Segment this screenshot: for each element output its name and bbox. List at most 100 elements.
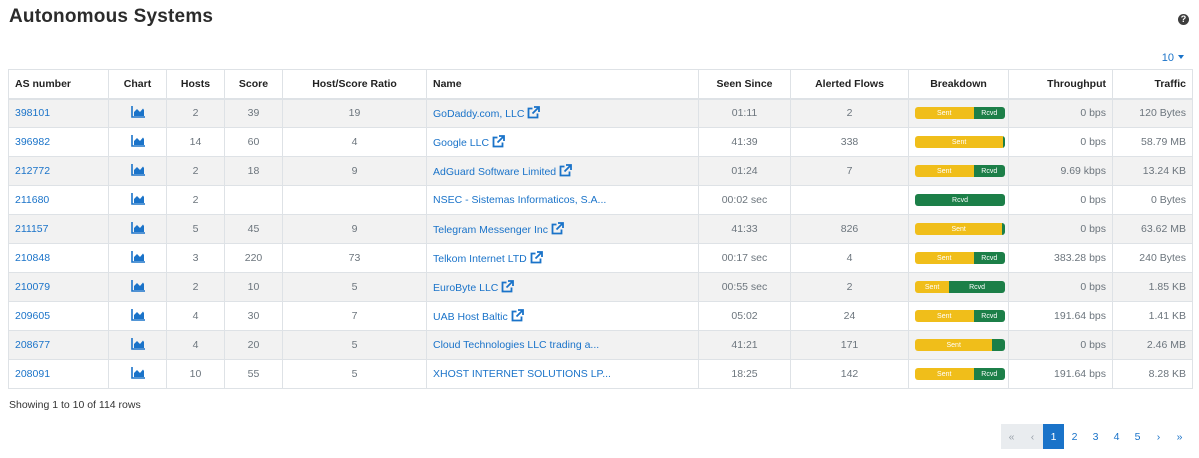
pagination-next[interactable]: ›: [1148, 424, 1169, 449]
seen-since-cell: 18:25: [698, 359, 791, 389]
col-header-breakdown: Breakdown: [908, 69, 1009, 100]
throughput-cell: 383.28 bps: [1008, 243, 1113, 273]
external-link-icon[interactable]: [527, 106, 541, 119]
as-name-link[interactable]: NSEC - Sistemas Informaticos, S.A...: [433, 194, 606, 206]
hosts-cell: 2: [166, 98, 225, 128]
breakdown-sent-segment: Sent: [915, 368, 974, 380]
pagination-last[interactable]: »: [1169, 424, 1190, 449]
col-header-throughput[interactable]: Throughput: [1008, 69, 1113, 100]
traffic-cell: 2.46 MB: [1112, 330, 1193, 360]
as-name-link[interactable]: Cloud Technologies LLC trading a...: [433, 339, 599, 351]
as-name-link[interactable]: Telegram Messenger Inc: [433, 224, 548, 236]
rows-info: Showing 1 to 10 of 114 rows: [9, 399, 141, 411]
as-name-link[interactable]: AdGuard Software Limited: [433, 166, 556, 178]
as-number-cell: 210079: [8, 272, 109, 302]
traffic-cell: 63.62 MB: [1112, 214, 1193, 244]
area-chart-icon[interactable]: [130, 251, 145, 263]
traffic-cell: 120 Bytes: [1112, 98, 1193, 128]
external-link-icon[interactable]: [559, 164, 573, 177]
as-number-link[interactable]: 212772: [15, 165, 50, 177]
breakdown-cell: Sent: [908, 330, 1009, 360]
col-header-traffic[interactable]: Traffic: [1112, 69, 1193, 100]
as-number-link[interactable]: 208091: [15, 368, 50, 380]
area-chart-icon[interactable]: [130, 193, 145, 205]
as-number-cell: 211157: [8, 214, 109, 244]
throughput-cell: 191.64 bps: [1008, 301, 1113, 331]
col-header-hosts[interactable]: Hosts: [166, 69, 225, 100]
pagination-page-4[interactable]: 4: [1106, 424, 1127, 449]
hosts-cell: 2: [166, 156, 225, 186]
name-cell: Cloud Technologies LLC trading a...: [426, 330, 699, 360]
as-name-link[interactable]: UAB Host Baltic: [433, 311, 508, 323]
external-link-icon[interactable]: [530, 251, 543, 264]
area-chart-icon[interactable]: [130, 135, 145, 147]
breakdown-bar: Sent Rcvd: [915, 281, 1005, 293]
breakdown-sent-segment: Sent: [915, 223, 1003, 235]
breakdown-sent-segment: Sent: [915, 281, 950, 293]
pagination-first[interactable]: «: [1001, 424, 1022, 449]
ratio-cell: 73: [282, 243, 427, 273]
col-header-ratio[interactable]: Host/Score Ratio: [282, 69, 427, 100]
pagination-page-3[interactable]: 3: [1085, 424, 1106, 449]
question-circle-icon[interactable]: ?: [1178, 14, 1189, 25]
external-link-icon[interactable]: [551, 222, 564, 235]
as-name-link[interactable]: Google LLC: [433, 137, 489, 149]
pagination-page-5[interactable]: 5: [1127, 424, 1148, 449]
pagination-prev[interactable]: ‹: [1022, 424, 1043, 449]
as-number-cell: 208677: [8, 330, 109, 360]
as-number-link[interactable]: 398101: [15, 107, 50, 119]
area-chart-icon[interactable]: [130, 222, 145, 234]
as-number-link[interactable]: 396982: [15, 136, 50, 148]
area-chart-icon[interactable]: [130, 164, 145, 176]
pagination-page-1[interactable]: 1: [1043, 424, 1064, 449]
external-link-icon[interactable]: [501, 280, 515, 293]
as-name-link[interactable]: EuroByte LLC: [433, 282, 498, 294]
pagination-page-2[interactable]: 2: [1064, 424, 1085, 449]
as-name-link[interactable]: GoDaddy.com, LLC: [433, 108, 524, 120]
area-chart-icon[interactable]: [130, 280, 145, 292]
external-link-icon[interactable]: [511, 309, 524, 322]
as-number-link[interactable]: 211680: [15, 194, 49, 206]
traffic-cell: 8.28 KB: [1112, 359, 1193, 389]
area-chart-icon[interactable]: [130, 106, 145, 119]
as-number-link[interactable]: 209605: [15, 310, 50, 322]
area-chart-icon[interactable]: [130, 338, 145, 350]
chart-cell: [108, 156, 167, 186]
as-number-link[interactable]: 210848: [15, 252, 50, 264]
breakdown-rcvd-segment: Rcvd: [973, 252, 1005, 264]
breakdown-rcvd-segment: Rcvd: [973, 107, 1005, 120]
ratio-cell: [282, 185, 427, 215]
area-chart-icon[interactable]: [130, 367, 145, 379]
hosts-cell: 4: [166, 330, 225, 360]
as-name-link[interactable]: Telkom Internet LTD: [433, 253, 527, 265]
as-number-link[interactable]: 208677: [15, 339, 50, 351]
col-header-name[interactable]: Name: [426, 69, 699, 100]
throughput-cell: 0 bps: [1008, 98, 1113, 128]
breakdown-cell: Sent: [908, 127, 1009, 157]
col-header-seen-since[interactable]: Seen Since: [698, 69, 791, 100]
pagination: « ‹ 1 2 3 4 5 › »: [1001, 424, 1190, 449]
as-name-link[interactable]: XHOST INTERNET SOLUTIONS LP...: [433, 368, 611, 380]
external-link-icon[interactable]: [492, 135, 505, 148]
score-cell: 60: [224, 127, 283, 157]
col-header-alerted-flows[interactable]: Alerted Flows: [790, 69, 909, 100]
area-chart-icon[interactable]: [130, 309, 145, 321]
page-size-dropdown[interactable]: 10: [1162, 52, 1184, 64]
as-number-link[interactable]: 211157: [15, 223, 48, 235]
col-header-score[interactable]: Score: [224, 69, 283, 100]
as-number-cell: 210848: [8, 243, 109, 273]
traffic-cell: 1.85 KB: [1112, 272, 1193, 302]
name-cell: XHOST INTERNET SOLUTIONS LP...: [426, 359, 699, 389]
hosts-cell: 2: [166, 185, 225, 215]
breakdown-cell: Rcvd: [908, 185, 1009, 215]
throughput-cell: 0 bps: [1008, 185, 1113, 215]
table-row: 209605 4 30 7 UAB Host Baltic 05:02 24 Sent Rcvd…: [8, 301, 1193, 331]
breakdown-bar: Rcvd: [915, 194, 1005, 206]
name-cell: GoDaddy.com, LLC: [426, 98, 699, 128]
table-row: 210079 2 10 5 EuroByte LLC 00:55 sec 2 Sent Rcvd…: [8, 272, 1193, 302]
as-number-link[interactable]: 210079: [15, 281, 50, 293]
hosts-cell: 2: [166, 272, 225, 302]
seen-since-cell: 01:24: [698, 156, 791, 186]
col-header-as-number[interactable]: AS number: [8, 69, 109, 100]
chart-cell: [108, 272, 167, 302]
